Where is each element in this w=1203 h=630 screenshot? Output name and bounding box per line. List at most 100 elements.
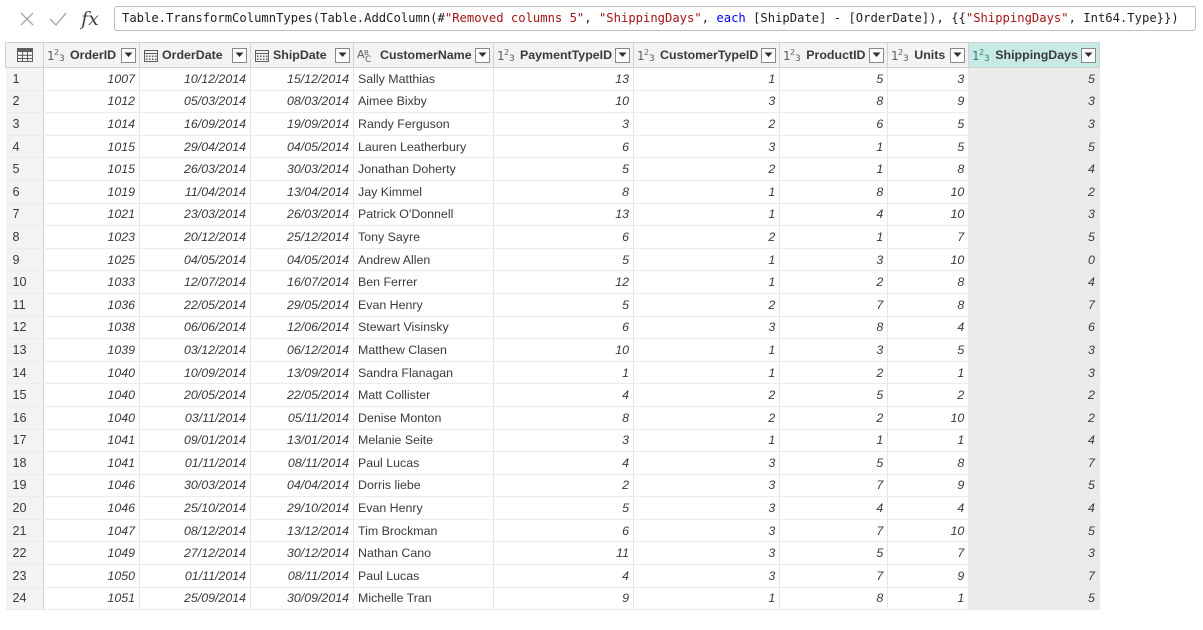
cell-customertypeid[interactable]: 3	[633, 541, 781, 566]
cell-shipdate[interactable]: 13/01/2014	[250, 429, 354, 453]
cell-productid[interactable]: 1	[779, 429, 889, 453]
cell-customername[interactable]: Randy Ferguson	[353, 112, 494, 136]
cell-paymenttypeid[interactable]: 12	[493, 270, 635, 294]
cell-paymenttypeid[interactable]: 5	[493, 293, 635, 317]
cell-shippingdays[interactable]: 4	[968, 157, 1100, 181]
cell-customername[interactable]: Evan Henry	[353, 293, 494, 317]
row-number[interactable]: 12	[5, 316, 44, 340]
row-number[interactable]: 15	[5, 383, 44, 407]
cell-units[interactable]: 1	[887, 587, 970, 611]
row-number[interactable]: 7	[5, 203, 44, 227]
cell-orderdate[interactable]: 16/09/2014	[139, 112, 251, 136]
column-header-paymenttypeid[interactable]: 1 2 3 PaymentTypeID	[492, 42, 635, 68]
cell-orderdate[interactable]: 04/05/2014	[139, 248, 251, 272]
cell-orderdate[interactable]: 08/12/2014	[139, 519, 251, 543]
cell-units[interactable]: 10	[887, 248, 970, 272]
row-number[interactable]: 9	[5, 248, 44, 272]
cell-customertypeid[interactable]: 3	[633, 496, 781, 520]
cell-productid[interactable]: 7	[779, 519, 889, 543]
cell-orderdate[interactable]: 29/04/2014	[139, 135, 251, 159]
cell-orderdate[interactable]: 01/11/2014	[139, 451, 251, 475]
cell-customername[interactable]: Melanie Seite	[353, 429, 494, 453]
row-number[interactable]: 17	[5, 429, 44, 453]
cell-shipdate[interactable]: 13/09/2014	[250, 361, 354, 385]
cell-orderdate[interactable]: 10/09/2014	[139, 361, 251, 385]
row-number[interactable]: 21	[5, 519, 44, 543]
column-header-orderid[interactable]: 1 2 3 OrderID	[43, 42, 140, 68]
checkmark-icon[interactable]	[47, 0, 69, 38]
cell-customername[interactable]: Paul Lucas	[353, 451, 494, 475]
cell-customertypeid[interactable]: 2	[633, 293, 781, 317]
cell-customername[interactable]: Lauren Leatherbury	[353, 135, 494, 159]
cell-orderid[interactable]: 1036	[43, 293, 140, 317]
cell-orderid[interactable]: 1049	[43, 541, 140, 566]
cell-orderid[interactable]: 1015	[43, 157, 140, 181]
cell-shipdate[interactable]: 25/12/2014	[250, 225, 354, 249]
cell-paymenttypeid[interactable]: 6	[493, 225, 635, 249]
cell-customername[interactable]: Andrew Allen	[353, 248, 494, 272]
column-filter-button[interactable]	[475, 47, 490, 63]
column-header-customername[interactable]: A B C CustomerName	[353, 42, 494, 68]
cell-paymenttypeid[interactable]: 6	[493, 316, 635, 340]
cell-customertypeid[interactable]: 2	[633, 406, 781, 430]
cell-units[interactable]: 10	[887, 203, 970, 227]
cell-shipdate[interactable]: 08/11/2014	[250, 564, 354, 588]
cell-units[interactable]: 4	[887, 316, 970, 340]
row-number[interactable]: 24	[5, 587, 44, 611]
cell-productid[interactable]: 4	[779, 203, 889, 227]
cell-customername[interactable]: Jay Kimmel	[353, 180, 494, 204]
cell-shippingdays[interactable]: 3	[968, 338, 1100, 362]
cell-customername[interactable]: Tony Sayre	[353, 225, 494, 249]
cell-productid[interactable]: 3	[779, 338, 889, 362]
cell-orderid[interactable]: 1039	[43, 338, 140, 362]
cell-customertypeid[interactable]: 2	[633, 225, 781, 249]
cell-units[interactable]: 8	[887, 157, 970, 181]
cell-orderdate[interactable]: 06/06/2014	[139, 316, 251, 340]
cell-orderdate[interactable]: 20/05/2014	[139, 383, 251, 407]
column-header-orderdate[interactable]: OrderDate	[139, 42, 251, 68]
cell-units[interactable]: 5	[887, 338, 970, 362]
cell-orderid[interactable]: 1046	[43, 496, 140, 520]
cell-shipdate[interactable]: 13/12/2014	[250, 519, 354, 543]
cell-paymenttypeid[interactable]: 8	[493, 406, 635, 430]
cell-shipdate[interactable]: 08/03/2014	[250, 90, 354, 114]
cell-shippingdays[interactable]: 5	[968, 225, 1100, 249]
cell-orderid[interactable]: 1019	[43, 180, 140, 204]
cell-customertypeid[interactable]: 3	[633, 474, 781, 498]
row-number[interactable]: 11	[5, 293, 44, 317]
cell-shippingdays[interactable]: 5	[968, 519, 1100, 543]
cell-shipdate[interactable]: 16/07/2014	[250, 270, 354, 294]
cell-orderid[interactable]: 1038	[43, 316, 140, 340]
cell-shippingdays[interactable]: 3	[968, 112, 1100, 136]
cell-productid[interactable]: 1	[779, 135, 889, 159]
row-number[interactable]: 22	[5, 541, 44, 566]
cell-shipdate[interactable]: 08/11/2014	[250, 451, 354, 475]
cell-paymenttypeid[interactable]: 2	[493, 474, 635, 498]
cell-orderdate[interactable]: 25/09/2014	[139, 587, 251, 611]
cell-paymenttypeid[interactable]: 4	[493, 451, 635, 475]
column-filter-button[interactable]	[335, 47, 350, 63]
cell-shipdate[interactable]: 04/04/2014	[250, 474, 354, 498]
cell-productid[interactable]: 8	[779, 180, 889, 204]
fx-icon[interactable]: fx	[78, 0, 102, 38]
cell-orderid[interactable]: 1007	[43, 67, 140, 91]
cell-customername[interactable]: Evan Henry	[353, 496, 494, 520]
cell-units[interactable]: 10	[887, 519, 970, 543]
cell-shipdate[interactable]: 29/05/2014	[250, 293, 354, 317]
cell-customertypeid[interactable]: 1	[633, 248, 781, 272]
cell-shippingdays[interactable]: 4	[968, 270, 1100, 294]
cell-productid[interactable]: 7	[779, 474, 889, 498]
cell-paymenttypeid[interactable]: 6	[493, 519, 635, 543]
cell-customername[interactable]: Aimee Bixby	[353, 90, 494, 114]
cell-orderdate[interactable]: 12/07/2014	[139, 270, 251, 294]
cell-customername[interactable]: Patrick O'Donnell	[353, 203, 494, 227]
cell-paymenttypeid[interactable]: 13	[493, 67, 635, 91]
column-filter-button[interactable]	[615, 47, 631, 63]
cell-paymenttypeid[interactable]: 11	[493, 541, 635, 566]
cell-paymenttypeid[interactable]: 5	[493, 496, 635, 520]
row-number[interactable]: 2	[5, 90, 44, 114]
cell-customername[interactable]: Tim Brockman	[353, 519, 494, 543]
cell-customertypeid[interactable]: 3	[633, 316, 781, 340]
cell-paymenttypeid[interactable]: 3	[493, 112, 635, 136]
column-filter-button[interactable]	[121, 47, 136, 63]
